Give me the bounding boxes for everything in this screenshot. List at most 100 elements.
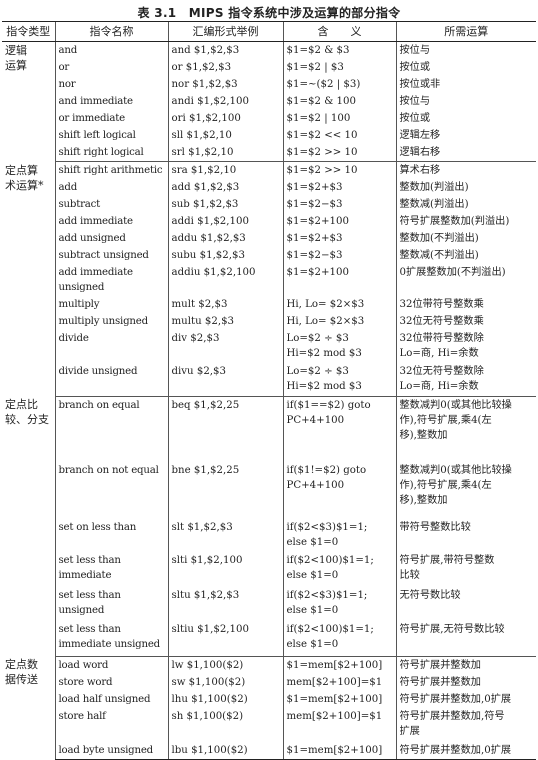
table-caption: 表 3.1 MIPS 指令系统中涉及运算的部分指令: [137, 6, 401, 20]
op-cell: 符号扩展并整数加,符号 扩展: [395, 707, 536, 742]
meaning-cell: Lo=$2 ÷ $3 Hi=$2 mod $3: [282, 330, 396, 363]
cell-line: shift right logical: [58, 147, 144, 158]
cell-line: 据传送: [5, 673, 38, 686]
op-cell: 逻辑左移: [395, 127, 536, 144]
meaning-cell: Hi, Lo= $2×$3: [282, 313, 396, 330]
cell-line: 32位带符号整数除: [399, 333, 484, 344]
example-cell: addu $1,$2,$3: [167, 230, 283, 247]
example-cell: div $2,$3: [167, 330, 283, 363]
header-name: 指令名称: [54, 21, 168, 42]
table-row: multiply mult $2,$3 Hi, Lo= $2×$3 32位带符号整数乘: [2, 296, 536, 313]
meaning-cell: $1=mem[$2+100]: [282, 690, 396, 708]
cell-line: or immediate: [58, 113, 126, 124]
table-row: set less than unsigned sltu $1,$2,$3 if($2<…: [2, 587, 536, 621]
meaning-cell: $1=$2 & $3: [282, 41, 396, 59]
example-cell: addiu $1,$2,100: [167, 264, 283, 296]
cell-line: $1=$2−$3: [286, 199, 343, 210]
example-cell: lw $1,100($2): [167, 656, 283, 674]
table-row: 定点比 较、分支 branch on equal beq $1,$2,25 if($1=…: [2, 396, 536, 462]
op-cell: 符号扩展整数加(判溢出): [395, 213, 536, 230]
table-row: subtract sub $1,$2,$3 $1=$2−$3 整数减(判溢出): [2, 196, 536, 213]
name-cell: or immediate: [54, 110, 168, 127]
cell-line: 运算: [5, 59, 27, 72]
cell-line: $1=$2 >> 10: [286, 147, 358, 158]
table-row: divide div $2,$3 Lo=$2 ÷ $3 Hi=$2 mod $3 32位…: [2, 330, 536, 363]
op-cell: 无符号数比较: [395, 587, 536, 621]
cell-line: 定点比: [5, 398, 38, 411]
cell-line: 无符号数比较: [399, 590, 461, 601]
example-cell: sh $1,100($2): [167, 707, 283, 742]
cell-line: load word: [58, 659, 109, 671]
op-cell: 符号扩展并整数加,0扩展: [395, 690, 536, 708]
example-cell: mult $2,$3: [167, 296, 283, 313]
cell-line: add immediate: [58, 216, 134, 227]
name-cell: shift right arithmetic: [54, 161, 168, 179]
table-row: set on less than slt $1,$2,$3 if($2<$3)$1=…: [2, 519, 536, 552]
name-cell: and: [54, 41, 168, 59]
table-header-row: 指令类型 指令名称 汇编形式举例 含 义 所需运算: [2, 21, 536, 42]
cell-line: or $1,$2,$3: [171, 62, 232, 73]
cell-line: $1=mem[$2+100]: [286, 659, 383, 671]
cell-line: 符号扩展并整数加,0扩展: [399, 744, 512, 756]
cell-line: addi $1,$2,100: [171, 216, 249, 227]
cell-line: Hi, Lo= $2×$3: [286, 316, 365, 327]
cell-line: 32位带符号整数乘: [399, 299, 484, 310]
cell-line: 符号扩展并整数加: [399, 676, 482, 688]
table-row: add immediate addi $1,$2,100 $1=$2+100 符号扩展…: [2, 213, 536, 230]
meaning-cell: if($2<100)$1=1; else $1=0: [282, 621, 396, 657]
meaning-cell: $1=$2+$3: [282, 179, 396, 196]
cell-line: sub $1,$2,$3: [171, 199, 239, 210]
table-row: nor nor $1,$2,$3 $1=~($2 | $3) 按位或非: [2, 76, 536, 93]
example-cell: slt $1,$2,$3: [167, 519, 283, 552]
cell-line: div $2,$3: [171, 333, 220, 344]
cell-line: add $1,$2,$3: [171, 182, 240, 193]
op-cell: 32位无符号整数除 Lo=商, Hi=余数: [395, 363, 536, 397]
op-cell: 32位无符号整数乘: [395, 313, 536, 330]
example-cell: subu $1,$2,$3: [167, 247, 283, 264]
example-cell: lhu $1,100($2): [167, 690, 283, 708]
cell-line: 作),符号扩展,乘4(左: [399, 480, 492, 491]
cell-line: and: [58, 45, 78, 56]
cell-line: subu $1,$2,$3: [171, 250, 245, 261]
name-cell: branch on equal: [54, 396, 168, 462]
cell-line: if($2<$3)$1=1;: [286, 590, 368, 601]
cell-line: lw $1,100($2): [171, 659, 244, 671]
op-cell: 按位与: [395, 93, 536, 110]
op-cell: 符号扩展并整数加: [395, 656, 536, 674]
table-row: load byte unsigned lbu $1,100($2) $1=mem[$…: [2, 741, 536, 760]
name-cell: load half unsigned: [54, 690, 168, 708]
cell-line: load half unsigned: [58, 693, 151, 705]
meaning-cell: if($1==$2) goto PC+4+100: [282, 396, 396, 462]
cell-line: Lo=商, Hi=余数: [399, 381, 479, 392]
meaning-cell: Lo=$2 ÷ $3 Hi=$2 mod $3: [282, 363, 396, 397]
op-cell: 带符号整数比较: [395, 519, 536, 552]
cell-line: 整数减判0(或其他比较操: [399, 399, 512, 411]
cell-line: $1=$2+$3: [286, 182, 343, 193]
cell-line: sll $1,$2,10: [171, 130, 232, 141]
category-cell: 定点算 术运算*: [2, 162, 55, 397]
meaning-cell: $1=$2 & 100: [282, 93, 396, 110]
cell-line: $1=mem[$2+100]: [286, 744, 383, 756]
meaning-cell: $1=$2 >> 10: [282, 144, 396, 162]
cell-line: Hi=$2 mod $3: [286, 381, 362, 392]
cell-line: unsigned: [58, 605, 105, 616]
table-row: 逻辑 运算 and and $1,$2,$3 $1=$2 & $3 按位与: [2, 41, 536, 72]
cell-line: multu $2,$3: [171, 316, 235, 327]
cell-line: $1=$2 >> 10: [286, 165, 358, 176]
name-cell: divide: [54, 330, 168, 363]
cell-line: 逻辑: [5, 44, 27, 57]
op-cell: 按位或: [395, 110, 536, 127]
cell-line: 扩展: [399, 725, 420, 737]
example-cell: sll $1,$2,10: [167, 127, 283, 144]
name-cell: add immediate: [54, 213, 168, 230]
op-cell: 整数加(不判溢出): [395, 230, 536, 247]
example-cell: lbu $1,100($2): [167, 741, 283, 760]
name-cell: subtract unsigned: [54, 247, 168, 264]
meaning-cell: mem[$2+100]=$1: [282, 707, 396, 742]
example-cell: add $1,$2,$3: [167, 179, 283, 196]
cell-line: nor $1,$2,$3: [171, 79, 238, 90]
table-row: or or $1,$2,$3 $1=$2 | $3 按位或: [2, 59, 536, 76]
op-cell: 整数加(判溢出): [395, 179, 536, 196]
op-cell: 逻辑右移: [395, 144, 536, 162]
cell-line: if($1==$2) goto: [286, 399, 371, 411]
